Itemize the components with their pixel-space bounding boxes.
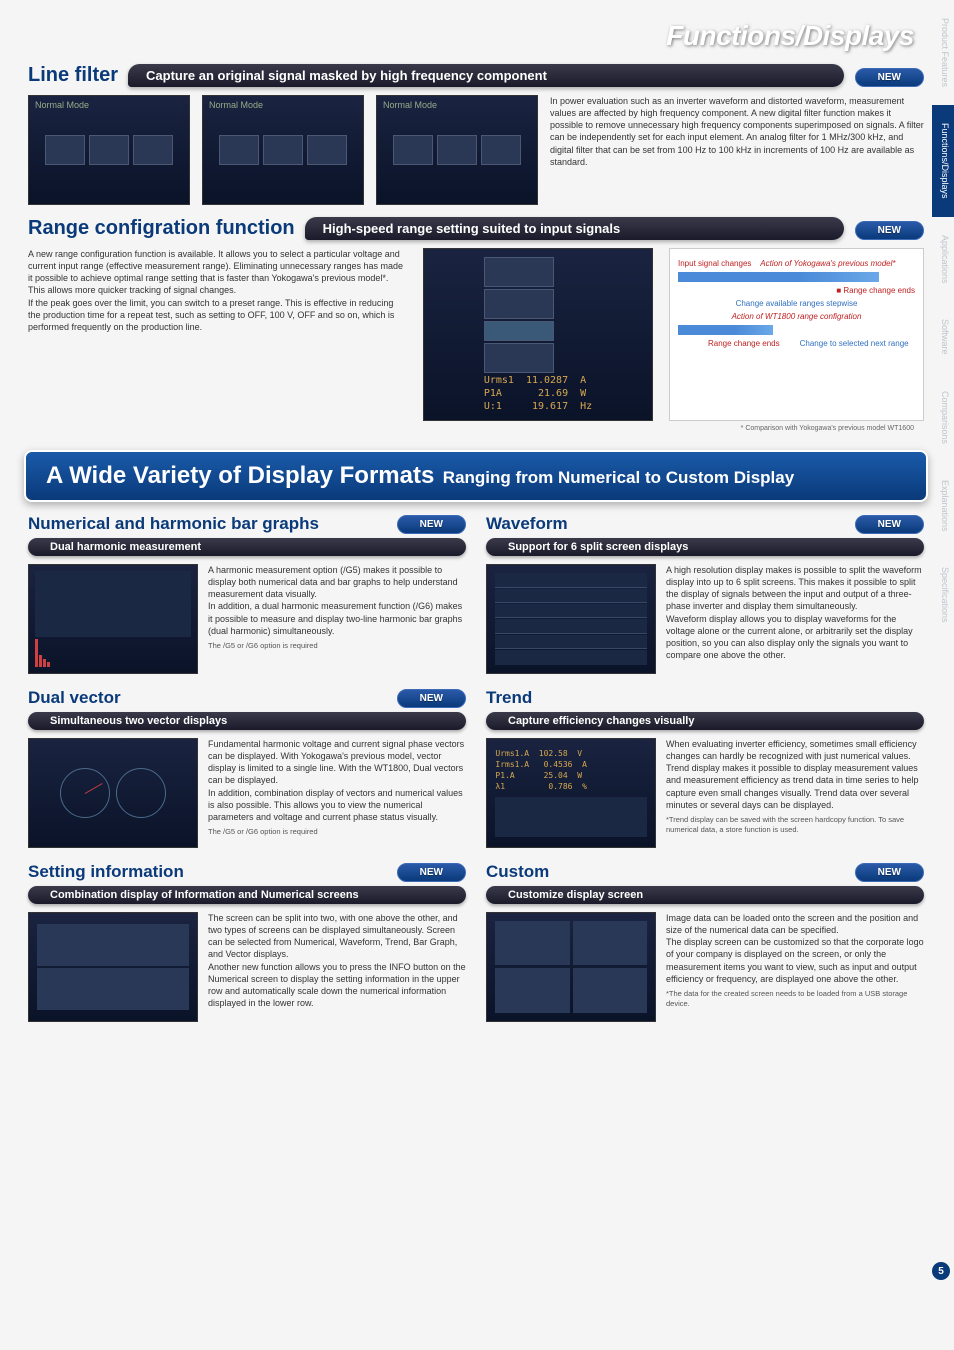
new-badge: NEW <box>855 68 924 87</box>
screenshot-thumb: Normal Mode <box>28 95 190 205</box>
line-filter-title: Line filter <box>28 64 118 87</box>
section-line-filter-header: Line filter Capture an original signal m… <box>28 64 924 87</box>
new-badge: NEW <box>397 863 466 882</box>
feat-trend-sub: Capture efficiency changes visually <box>486 712 924 730</box>
feat-custom-sub: Customize display screen <box>486 886 924 904</box>
screenshot-thumb: Normal Mode <box>376 95 538 205</box>
feat-dualvector-head: Dual vector NEW <box>28 688 466 708</box>
line-filter-row: Normal Mode Normal Mode Normal Mode In p… <box>28 95 924 205</box>
hero-title: Functions/Displays <box>28 20 924 52</box>
feat-waveform-title: Waveform <box>486 514 568 534</box>
feat-numerical-sub: Dual harmonic measurement <box>28 538 466 556</box>
line-filter-body: In power evaluation such as an inverter … <box>550 95 924 205</box>
feat-numerical-head: Numerical and harmonic bar graphs NEW <box>28 514 466 534</box>
mega-big: A Wide Variety of Display Formats <box>46 462 434 489</box>
feat-waveform-head: Waveform NEW <box>486 514 924 534</box>
feat-setting-title: Setting information <box>28 862 184 882</box>
feat-waveform-body: A high resolution display makes is possi… <box>666 564 924 674</box>
screenshot-thumb <box>486 912 656 1022</box>
feat-custom-head: Custom NEW <box>486 862 924 882</box>
screenshot-thumb <box>486 564 656 674</box>
screenshot-thumb: Urms1 11.0287 A P1A 21.69 W U:1 19.617 H… <box>423 248 653 421</box>
feat-custom-title: Custom <box>486 862 549 882</box>
feat-dualvector-title: Dual vector <box>28 688 121 708</box>
feat-dualvector-sub: Simultaneous two vector displays <box>28 712 466 730</box>
range-row: A new range configuration function is av… <box>28 248 924 421</box>
range-body: A new range configuration function is av… <box>28 248 407 421</box>
section-range-header: Range configration function High-speed r… <box>28 217 924 240</box>
feat-numerical-title: Numerical and harmonic bar graphs <box>28 514 319 534</box>
range-title: Range configration function <box>28 217 295 240</box>
feat-setting-body: The screen can be split into two, with o… <box>208 912 466 1022</box>
range-diagram: Input signal changes Action of Yokogawa'… <box>669 248 924 421</box>
mega-banner: A Wide Variety of Display Formats Rangin… <box>24 450 928 502</box>
feat-setting-head: Setting information NEW <box>28 862 466 882</box>
range-subtitle: High-speed range setting suited to input… <box>305 217 844 240</box>
feat-trend-body: When evaluating inverter efficiency, som… <box>666 738 924 848</box>
feat-waveform-sub: Support for 6 split screen displays <box>486 538 924 556</box>
new-badge: NEW <box>397 515 466 534</box>
new-badge: NEW <box>855 221 924 240</box>
footnote: The /G5 or /G6 option is required <box>208 827 466 837</box>
footnote: *The data for the created screen needs t… <box>666 989 924 1009</box>
diagram-note: * Comparison with Yokogawa's previous mo… <box>28 425 914 432</box>
new-badge: NEW <box>855 863 924 882</box>
screenshot-thumb: Urms1.A 102.58 VIrms1.A 0.4536 AP1.A 25.… <box>486 738 656 848</box>
feat-dualvector-body: Fundamental harmonic voltage and current… <box>208 738 466 848</box>
feat-setting-sub: Combination display of Information and N… <box>28 886 466 904</box>
screenshot-thumb <box>28 564 198 674</box>
page-number: 5 <box>932 1262 950 1280</box>
footnote: The /G5 or /G6 option is required <box>208 641 466 651</box>
screenshot-thumb <box>28 912 198 1022</box>
screenshot-thumb: Normal Mode <box>202 95 364 205</box>
mega-small: Ranging from Numerical to Custom Display <box>443 468 794 487</box>
footnote: *Trend display can be saved with the scr… <box>666 815 924 835</box>
new-badge: NEW <box>855 515 924 534</box>
new-badge: NEW <box>397 689 466 708</box>
feat-numerical-body: A harmonic measurement option (/G5) make… <box>208 564 466 674</box>
feat-trend-title: Trend <box>486 688 532 708</box>
feat-custom-body: Image data can be loaded onto the screen… <box>666 912 924 1022</box>
feat-trend-head: Trend <box>486 688 924 708</box>
screenshot-thumb <box>28 738 198 848</box>
line-filter-subtitle: Capture an original signal masked by hig… <box>128 64 844 87</box>
